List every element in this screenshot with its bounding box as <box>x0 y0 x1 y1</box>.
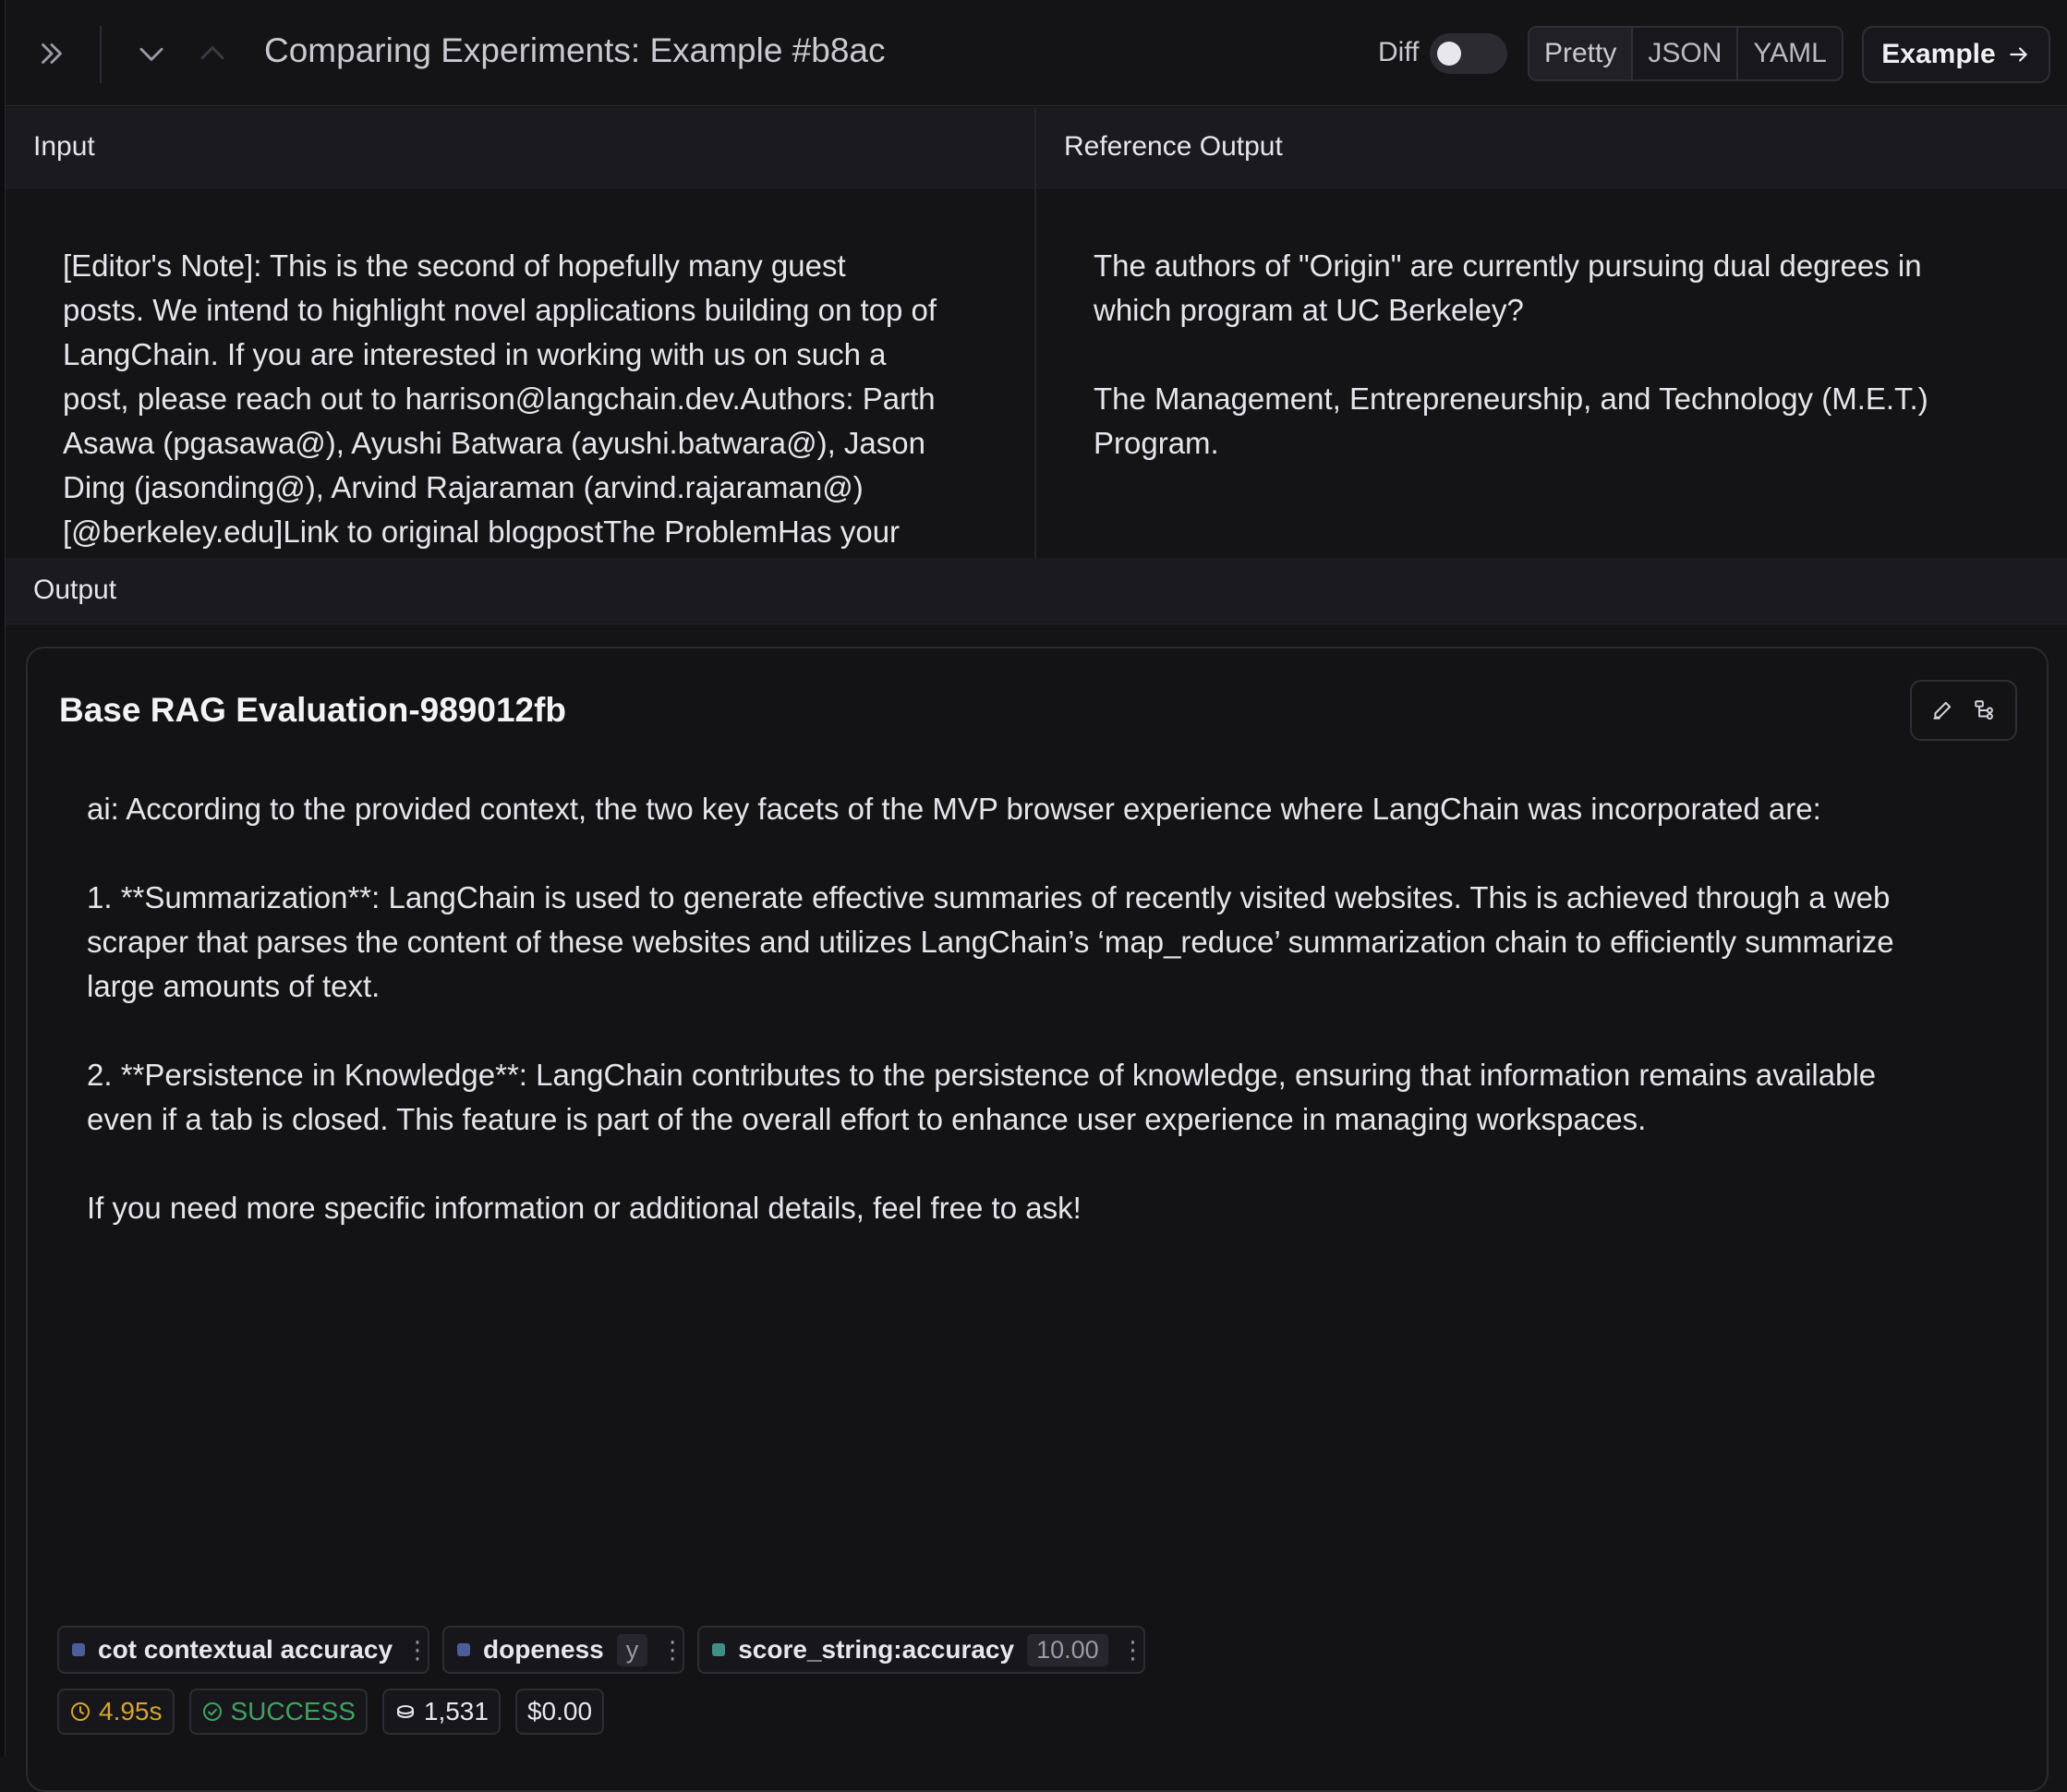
latency-badge: 4.95s <box>57 1689 175 1735</box>
next-example-button[interactable] <box>126 26 177 81</box>
clock-icon <box>71 1702 90 1721</box>
run-metrics: 4.95s SUCCESS 1,531 $0.00 <box>57 1689 605 1735</box>
feedback-chip-dopeness[interactable]: dopeness y ⋮ <box>442 1626 685 1674</box>
feedback-color-dot <box>712 1643 726 1656</box>
previous-example-button[interactable] <box>187 26 238 81</box>
card-actions <box>1910 680 2017 741</box>
cost-value: $0.00 <box>526 1697 593 1725</box>
tokens-value: 1,531 <box>423 1697 489 1725</box>
diff-toggle[interactable] <box>1430 33 1507 74</box>
feedback-color-dot <box>72 1643 85 1656</box>
output-label: Output <box>33 575 117 605</box>
input-panel[interactable]: [Editor's Note]: This is the second of h… <box>6 188 1034 558</box>
feedback-chip-cot-contextual-accuracy[interactable]: cot contextual accuracy ⋮ <box>57 1626 430 1674</box>
latency-value: 4.95s <box>99 1697 163 1725</box>
header-divider <box>100 26 102 83</box>
feedback-name: dopeness <box>483 1635 604 1664</box>
view-mode-yaml[interactable]: YAML <box>1738 28 1842 79</box>
example-button[interactable]: Example <box>1862 26 2050 83</box>
expand-panel-button[interactable] <box>26 26 78 81</box>
reference-label: Reference Output <box>1064 131 1283 162</box>
output-card: Base RAG Evaluation-989012fb ai: Accordi… <box>26 647 2049 1792</box>
feedback-color-dot <box>457 1643 471 1656</box>
reference-panel[interactable]: The authors of "Origin" are currently pu… <box>1036 188 2067 558</box>
input-panel-header: Input <box>6 107 1034 188</box>
coins-icon <box>396 1705 414 1719</box>
output-text: ai: According to the provided context, t… <box>87 792 1894 1225</box>
tokens-badge[interactable]: 1,531 <box>381 1689 501 1735</box>
reference-panel-header: Reference Output <box>1036 107 2067 188</box>
feedback-value: 10.00 <box>1027 1633 1108 1666</box>
feedback-chip-score-string-accuracy[interactable]: score_string:accuracy 10.00 ⋮ <box>697 1626 1145 1674</box>
example-button-label: Example <box>1881 39 1996 69</box>
feedback-value: y <box>616 1633 648 1666</box>
check-circle-icon <box>202 1702 222 1721</box>
trace-tree-icon[interactable] <box>1973 698 1997 722</box>
edit-icon[interactable] <box>1930 698 1954 722</box>
run-title: Base RAG Evaluation-989012fb <box>59 691 567 729</box>
feedback-chips: cot contextual accuracy ⋮ dopeness y ⋮ s… <box>57 1626 1145 1674</box>
reference-text: The authors of "Origin" are currently pu… <box>1094 248 1928 460</box>
feedback-name: cot contextual accuracy <box>98 1635 393 1664</box>
input-text: [Editor's Note]: This is the second of h… <box>63 248 937 549</box>
page-title: Comparing Experiments: Example #b8ac <box>264 31 886 69</box>
feedback-name: score_string:accuracy <box>738 1635 1015 1664</box>
view-mode-json[interactable]: JSON <box>1633 28 1739 79</box>
view-mode-selector: Pretty JSON YAML <box>1528 26 1843 81</box>
header-bar: Comparing Experiments: Example #b8ac Dif… <box>6 0 2067 106</box>
cost-badge: $0.00 <box>514 1689 605 1735</box>
chevron-up-icon <box>200 46 224 60</box>
more-options-icon[interactable]: ⋮ <box>660 1636 684 1665</box>
input-label: Input <box>33 131 95 162</box>
status-value: SUCCESS <box>230 1697 356 1725</box>
app-frame: Comparing Experiments: Example #b8ac Dif… <box>0 0 2067 1792</box>
more-options-icon[interactable]: ⋮ <box>1121 1636 1145 1665</box>
arrow-right-icon <box>2009 47 2027 62</box>
chevron-down-icon <box>139 47 163 61</box>
status-badge: SUCCESS <box>188 1689 368 1735</box>
toggle-knob <box>1437 42 1461 66</box>
more-options-icon[interactable]: ⋮ <box>405 1636 429 1665</box>
view-mode-pretty[interactable]: Pretty <box>1529 28 1634 79</box>
double-chevron-right-icon <box>42 43 62 64</box>
diff-label: Diff <box>1378 37 1420 67</box>
output-panel-header: Output <box>6 558 2067 624</box>
